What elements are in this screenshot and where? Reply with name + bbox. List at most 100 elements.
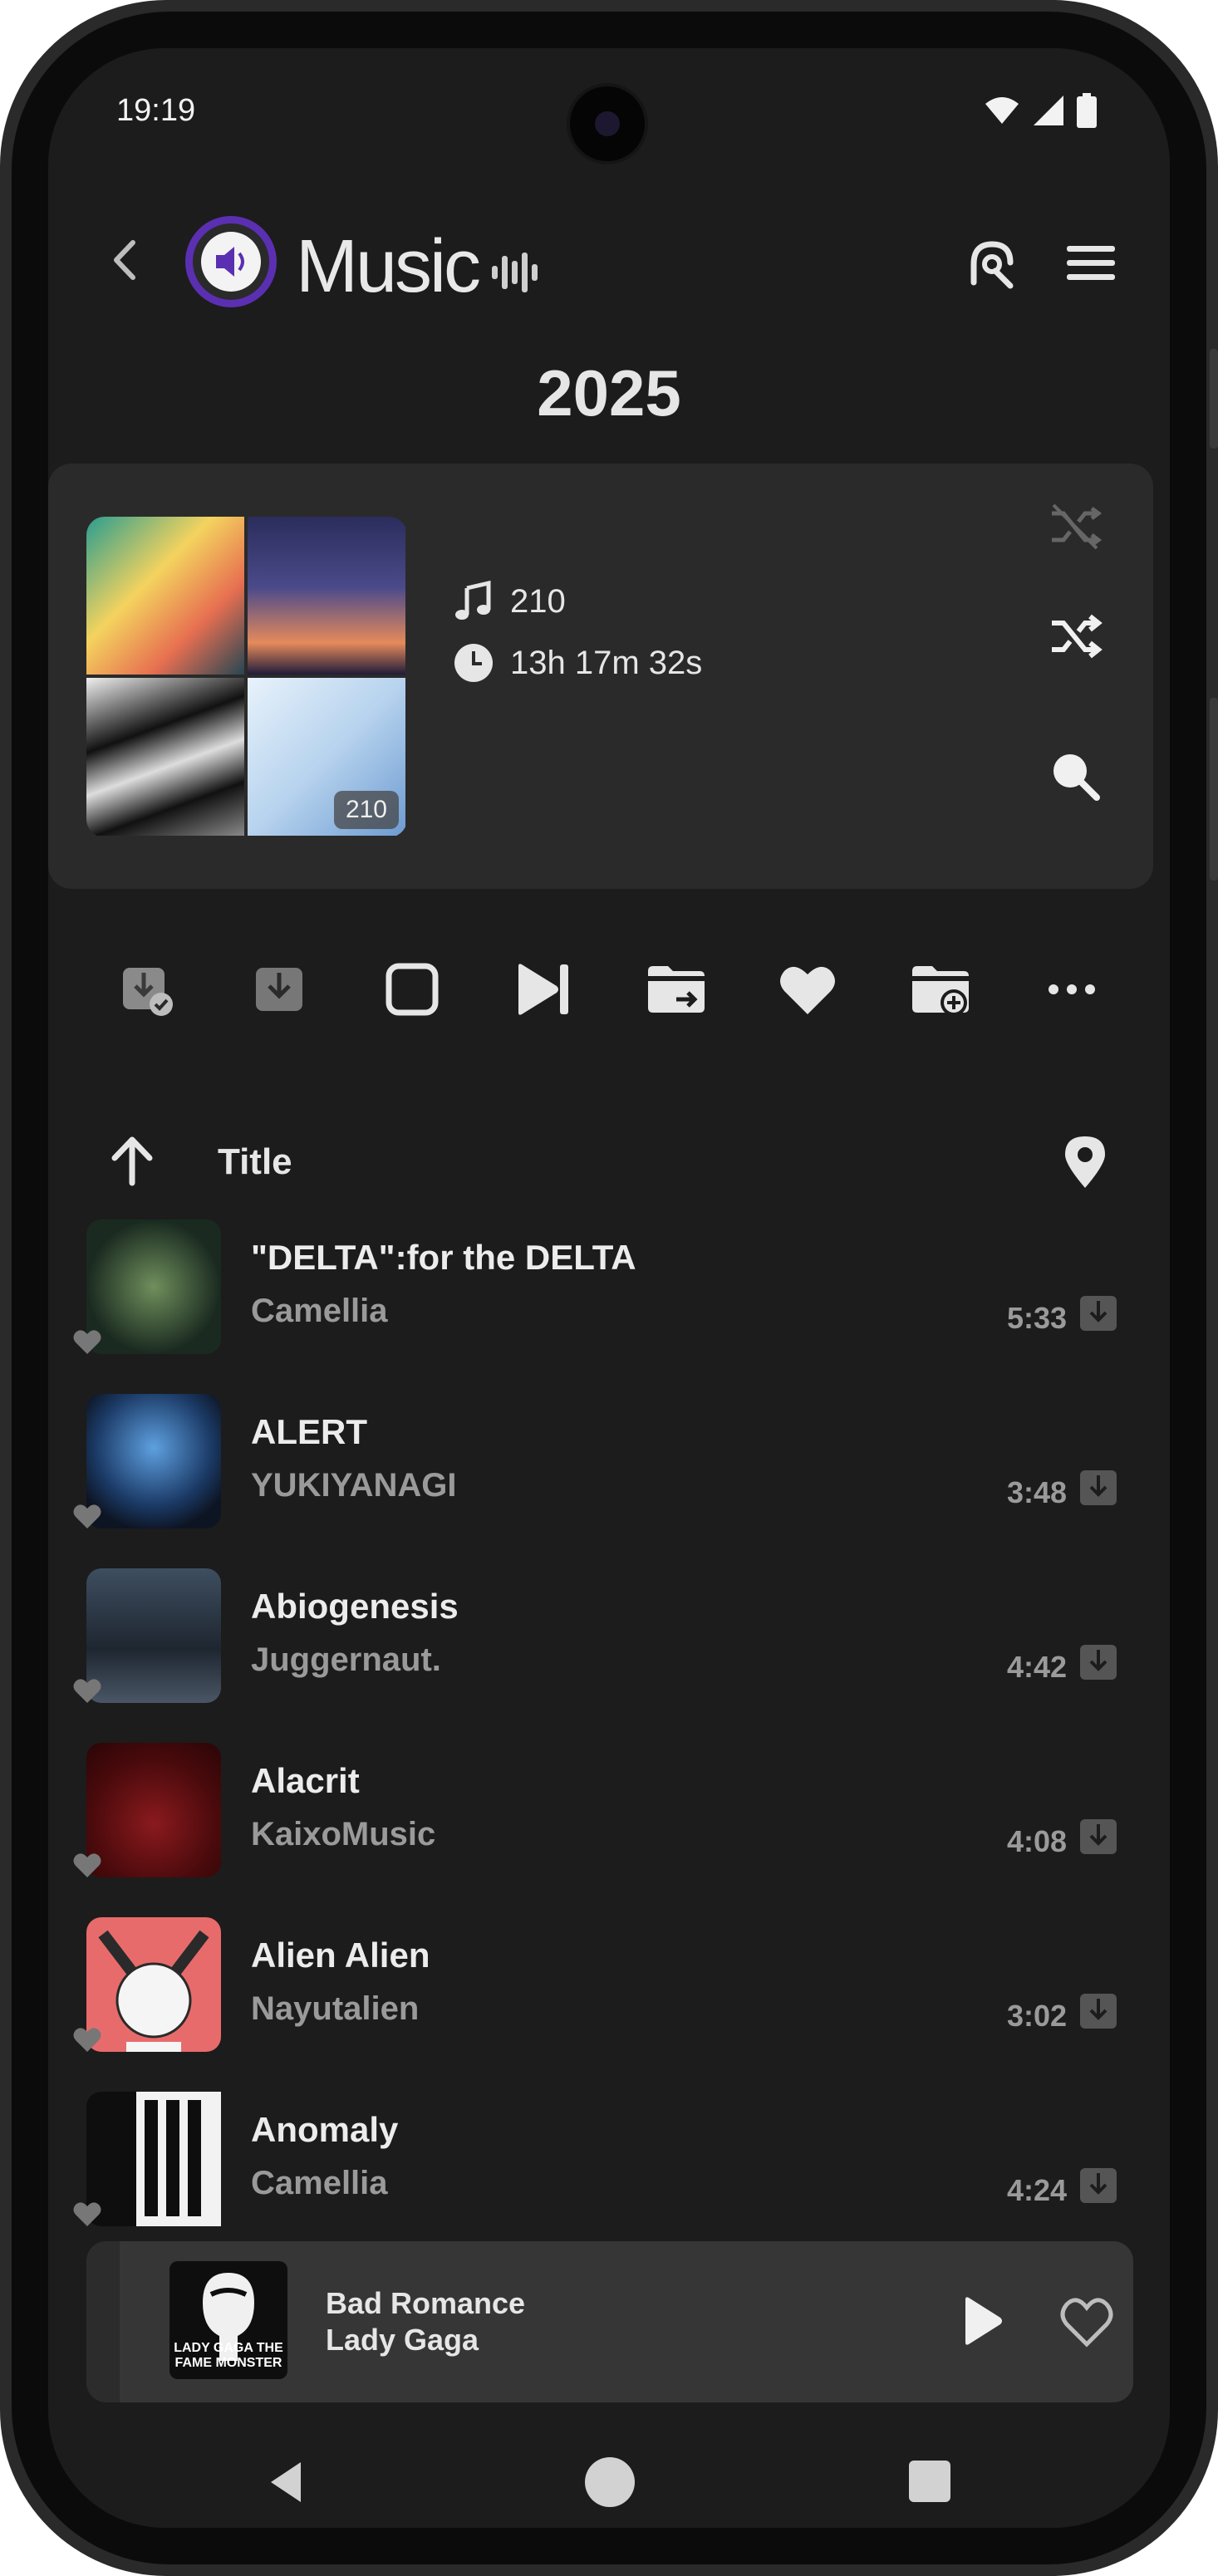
collage-art-1 — [86, 517, 244, 675]
track-count: 210 — [510, 582, 566, 620]
playlist-collage[interactable]: 210 — [86, 517, 407, 837]
album-art — [86, 1568, 221, 1703]
signal-icon — [1034, 96, 1063, 125]
speaker-icon — [216, 247, 244, 277]
playlist-card: 210 210 13h 17m 32s — [48, 464, 1153, 889]
download-icon[interactable] — [1075, 1638, 1122, 1685]
list-item[interactable]: ALERT YUKIYANAGI 3:48 — [48, 1394, 1170, 1568]
song-artist: Camellia — [251, 2165, 388, 2201]
list-item[interactable]: "DELTA":for the DELTA Camellia 5:33 — [48, 1219, 1170, 1394]
heart-small-icon[interactable] — [71, 2024, 103, 2055]
now-playing-artist: Lady Gaga — [326, 2323, 479, 2357]
status-time: 19:19 — [116, 93, 196, 128]
album-art — [86, 1219, 221, 1354]
song-duration: 3:48 — [1006, 1475, 1067, 1509]
download-icon[interactable] — [1075, 1813, 1122, 1859]
download-icon[interactable] — [1075, 1289, 1122, 1336]
locate-current-icon[interactable] — [1055, 1131, 1115, 1191]
heart-small-icon[interactable] — [71, 1849, 103, 1881]
favorite-icon[interactable] — [774, 956, 841, 1023]
album-art-face — [98, 1930, 209, 2052]
collage-count-badge: 210 — [333, 791, 399, 829]
song-artist: Camellia — [251, 1293, 388, 1329]
song-duration: 4:42 — [1006, 1650, 1067, 1684]
now-playing-bar[interactable]: LADY GAGA THE FAME MONSTER Bad Romance L… — [86, 2241, 1133, 2402]
volume-up-button — [1210, 349, 1218, 449]
duration-row: 13h 17m 32s — [452, 641, 702, 684]
song-duration: 4:08 — [1006, 1824, 1067, 1858]
song-title: Alien Alien — [251, 1936, 430, 1975]
download-icon[interactable] — [1075, 1987, 1122, 2034]
app-title: Music — [296, 225, 481, 308]
heart-small-icon[interactable] — [71, 2198, 103, 2230]
total-duration: 13h 17m 32s — [510, 644, 703, 681]
nav-home-icon[interactable] — [585, 2457, 635, 2507]
download-icon[interactable] — [1075, 1464, 1122, 1510]
sort-ascending-icon[interactable] — [103, 1131, 161, 1190]
shuffle-icon[interactable] — [1045, 606, 1105, 666]
screen: 19:19 Music 2025 210 210 13h 17m 32s Tit… — [48, 48, 1170, 2528]
back-icon[interactable] — [96, 231, 155, 289]
play-next-icon[interactable] — [510, 956, 577, 1023]
heart-small-icon[interactable] — [71, 1675, 103, 1706]
now-playing-art-text: LADY GAGA THE FAME MONSTER — [174, 2341, 283, 2370]
nav-back-icon[interactable] — [263, 2457, 312, 2507]
system-nav-bar — [48, 2441, 1170, 2524]
heart-small-icon[interactable] — [71, 1326, 103, 1357]
music-note-icon — [455, 580, 491, 620]
song-title: ALERT — [251, 1412, 367, 1451]
song-duration: 5:33 — [1006, 1301, 1067, 1335]
ar-search-icon[interactable] — [962, 234, 1020, 292]
app-bar: Music — [48, 206, 1170, 314]
more-icon[interactable] — [1039, 956, 1105, 1023]
now-playing-title: Bad Romance — [326, 2286, 526, 2320]
heart-outline-icon[interactable] — [1057, 2291, 1117, 2351]
play-icon[interactable] — [950, 2291, 1010, 2351]
search-icon[interactable] — [1045, 746, 1105, 806]
front-camera — [567, 83, 648, 164]
sort-row: Title — [48, 1120, 1170, 1203]
album-art — [86, 2092, 221, 2226]
clock-icon — [454, 644, 493, 682]
song-title: "DELTA":for the DELTA — [251, 1238, 636, 1277]
sort-label[interactable]: Title — [218, 1141, 292, 1183]
phone-frame: 19:19 Music 2025 210 210 13h 17m 32s Tit… — [0, 0, 1218, 2576]
battery-icon — [1077, 93, 1097, 128]
move-to-folder-icon[interactable] — [643, 956, 710, 1023]
action-toolbar — [48, 949, 1170, 1033]
song-title: Alacrit — [251, 1761, 360, 1800]
song-artist: YUKIYANAGI — [251, 1467, 457, 1504]
nav-recents-icon[interactable] — [909, 2461, 950, 2502]
collage-art-2 — [248, 517, 405, 675]
album-art — [86, 1743, 221, 1877]
song-artist: Nayutalien — [251, 1990, 420, 2027]
collage-art-3 — [86, 678, 244, 836]
album-art — [86, 1394, 221, 1528]
stop-icon[interactable] — [379, 956, 445, 1023]
playlist-title: 2025 — [537, 356, 681, 429]
now-playing-art: LADY GAGA THE FAME MONSTER — [169, 2261, 287, 2379]
status-icons — [984, 93, 1097, 128]
list-item[interactable]: Alien Alien Nayutalien 3:02 — [48, 1917, 1170, 2092]
shuffle-off-icon[interactable] — [1045, 497, 1105, 557]
list-item[interactable]: Abiogenesis Juggernaut. 4:42 — [48, 1568, 1170, 1743]
song-duration: 4:24 — [1006, 2173, 1067, 2207]
list-item[interactable]: Alacrit KaixoMusic 4:08 — [48, 1743, 1170, 1917]
menu-icon[interactable] — [1062, 234, 1120, 292]
download-icon[interactable] — [246, 956, 312, 1023]
heart-small-icon[interactable] — [71, 1500, 103, 1532]
album-art — [86, 1917, 221, 2052]
song-artist: KaixoMusic — [251, 1816, 436, 1852]
track-count-row: 210 — [452, 580, 566, 623]
audio-wave-icon — [492, 253, 538, 292]
app-logo — [185, 216, 277, 307]
download-icon[interactable] — [1075, 2161, 1122, 2208]
list-item[interactable]: Anomaly Camellia 4:24 — [48, 2092, 1170, 2266]
now-playing-handle — [86, 2241, 120, 2402]
song-artist: Juggernaut. — [251, 1641, 441, 1678]
song-title: Anomaly — [251, 2110, 399, 2149]
song-title: Abiogenesis — [251, 1587, 459, 1626]
add-to-folder-icon[interactable] — [907, 956, 974, 1023]
downloaded-check-icon[interactable] — [115, 956, 181, 1023]
wifi-icon — [985, 97, 1019, 124]
